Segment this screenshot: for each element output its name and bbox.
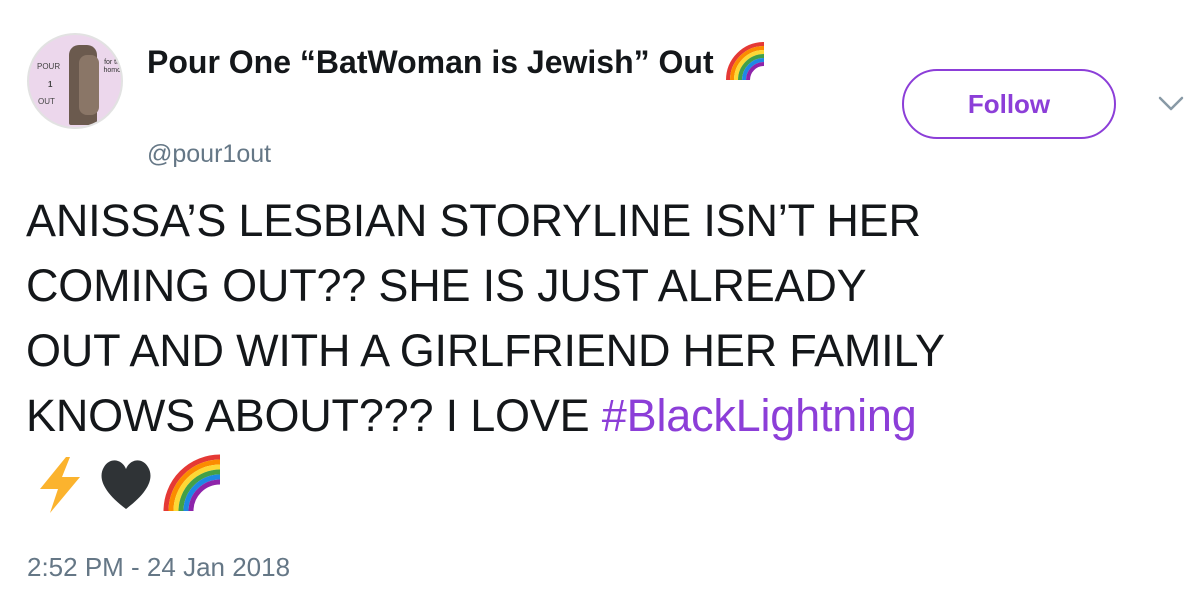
tweet-line: ANISSA’S LESBIAN STORYLINE ISN’T HER — [26, 195, 921, 246]
tweet-line: COMING OUT?? SHE IS JUST ALREADY — [26, 260, 867, 311]
tweet-timestamp[interactable]: 2:52 PM - 24 Jan 2018 — [27, 552, 290, 583]
tweet-text: ANISSA’S LESBIAN STORYLINE ISN’T HER COM… — [26, 188, 1196, 448]
high-voltage-emoji — [40, 457, 80, 513]
avatar[interactable]: POUR 1 OUT for the homos — [27, 33, 123, 129]
avatar-text-side: for the homos — [103, 59, 123, 74]
chevron-down-icon[interactable] — [1158, 95, 1184, 113]
tweet-line-text: KNOWS ABOUT??? I LOVE — [26, 390, 602, 441]
display-name-text: Pour One “BatWoman is Jewish” Out — [147, 43, 714, 80]
tweet-line-last: KNOWS ABOUT??? I LOVE #BlackLightning — [26, 383, 1196, 448]
rainbow-icon — [725, 42, 764, 81]
avatar-text-top: POUR — [37, 62, 61, 71]
black-heart-emoji — [101, 460, 151, 509]
display-name[interactable]: Pour One “BatWoman is Jewish” Out — [147, 40, 768, 84]
follow-button[interactable]: Follow — [902, 69, 1116, 139]
avatar-text-middle: 1 — [48, 80, 53, 89]
emoji-row — [30, 453, 222, 515]
tweet-line: OUT AND WITH A GIRLFRIEND HER FAMILY — [26, 325, 945, 376]
avatar-text-bottom: OUT — [38, 97, 55, 106]
hashtag-link[interactable]: #BlackLightning — [602, 390, 917, 441]
rainbow-emoji — [163, 454, 221, 512]
avatar-figure-secondary — [79, 55, 99, 115]
user-handle[interactable]: @pour1out — [147, 140, 271, 169]
